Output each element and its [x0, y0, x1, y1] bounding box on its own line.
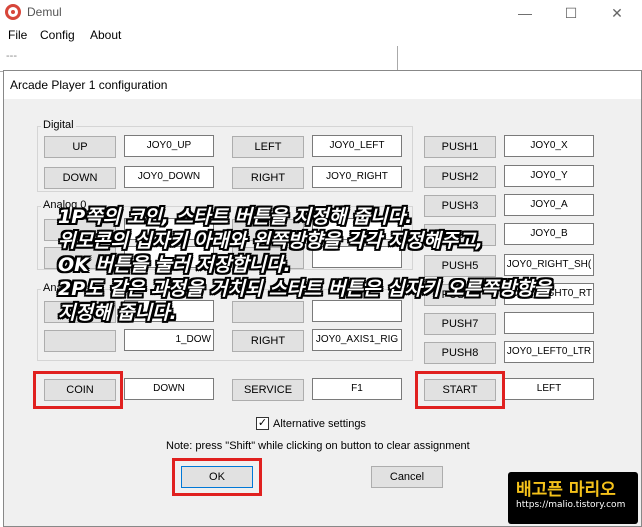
- app-title: Demul: [27, 5, 62, 19]
- caption-line-1: 1P쪽의 코인, 스타트 버튼을 지정해 줍니다.: [58, 206, 413, 228]
- alternative-settings-label: Alternative settings: [273, 418, 366, 430]
- start-highlight-box: [415, 371, 505, 409]
- status-window: ---: [0, 46, 398, 72]
- push8-field[interactable]: JOY0_LEFT0_LTR: [504, 341, 594, 363]
- demul-app-icon: [5, 4, 21, 20]
- left-button[interactable]: LEFT: [232, 136, 304, 158]
- down-button[interactable]: DOWN: [44, 167, 116, 189]
- push8-button[interactable]: PUSH8: [424, 342, 496, 364]
- left-field[interactable]: JOY0_LEFT: [312, 135, 402, 157]
- dialog-title: Arcade Player 1 configuration: [10, 78, 168, 92]
- menu-config[interactable]: Config: [40, 28, 75, 42]
- instruction-caption: 1P쪽의 코인, 스타트 버튼을 지정해 줍니다. 위모콘의 십자키 아래와 왼…: [58, 205, 598, 325]
- service-field[interactable]: F1: [312, 378, 402, 400]
- dialog-titlebar: Arcade Player 1 configuration: [4, 71, 641, 99]
- caption-line-2: 위모콘의 십자키 아래와 왼쪽방향을 각각 지정해주고,: [58, 230, 483, 252]
- status-text: ---: [6, 50, 17, 62]
- coin-field[interactable]: DOWN: [124, 378, 214, 400]
- cancel-button[interactable]: Cancel: [371, 466, 443, 488]
- close-button[interactable]: ✕: [594, 2, 640, 24]
- watermark-title: 배고픈 마리오: [516, 480, 616, 500]
- maximize-button[interactable]: ☐: [548, 2, 594, 24]
- watermark-url: https://malio.tistory.com: [516, 500, 626, 510]
- watermark: 배고픈 마리오 https://malio.tistory.com: [508, 472, 638, 524]
- up-field[interactable]: JOY0_UP: [124, 135, 214, 157]
- app-titlebar: Demul — ☐ ✕: [0, 0, 642, 26]
- menubar: File Config About: [0, 26, 642, 46]
- digital-group-label: Digital: [41, 119, 76, 131]
- right-button[interactable]: RIGHT: [232, 167, 304, 189]
- push1-button[interactable]: PUSH1: [424, 136, 496, 158]
- down-field[interactable]: JOY0_DOWN: [124, 166, 214, 188]
- minimize-button[interactable]: —: [502, 2, 548, 24]
- shift-note: Note: press "Shift" while clicking on bu…: [166, 440, 470, 452]
- push1-field[interactable]: JOY0_X: [504, 135, 594, 157]
- caption-line-4: 2P도 같은 과정을 거치되 스타트 버튼은 십자키 오른쪽방향을: [58, 278, 551, 300]
- ok-highlight-box: [172, 458, 262, 496]
- menu-file[interactable]: File: [8, 28, 27, 42]
- push2-button[interactable]: PUSH2: [424, 166, 496, 188]
- right-field[interactable]: JOY0_RIGHT: [312, 166, 402, 188]
- service-button[interactable]: SERVICE: [232, 379, 304, 401]
- push2-field[interactable]: JOY0_Y: [504, 165, 594, 187]
- start-field[interactable]: LEFT: [504, 378, 594, 400]
- analog1-down-button[interactable]: [44, 330, 116, 352]
- menu-about[interactable]: About: [90, 28, 121, 42]
- alternative-settings-checkbox[interactable]: ✓: [256, 417, 269, 430]
- caption-line-3: OK 버튼을 눌러 저장합니다.: [58, 254, 291, 276]
- analog1-down-field[interactable]: 1_DOW: [124, 329, 214, 351]
- caption-line-5: 지정해 줍니다.: [58, 302, 177, 324]
- analog1-right-field[interactable]: JOY0_AXIS1_RIG: [312, 329, 402, 351]
- up-button[interactable]: UP: [44, 136, 116, 158]
- analog1-right-button[interactable]: RIGHT: [232, 330, 304, 352]
- coin-highlight-box: [33, 371, 123, 409]
